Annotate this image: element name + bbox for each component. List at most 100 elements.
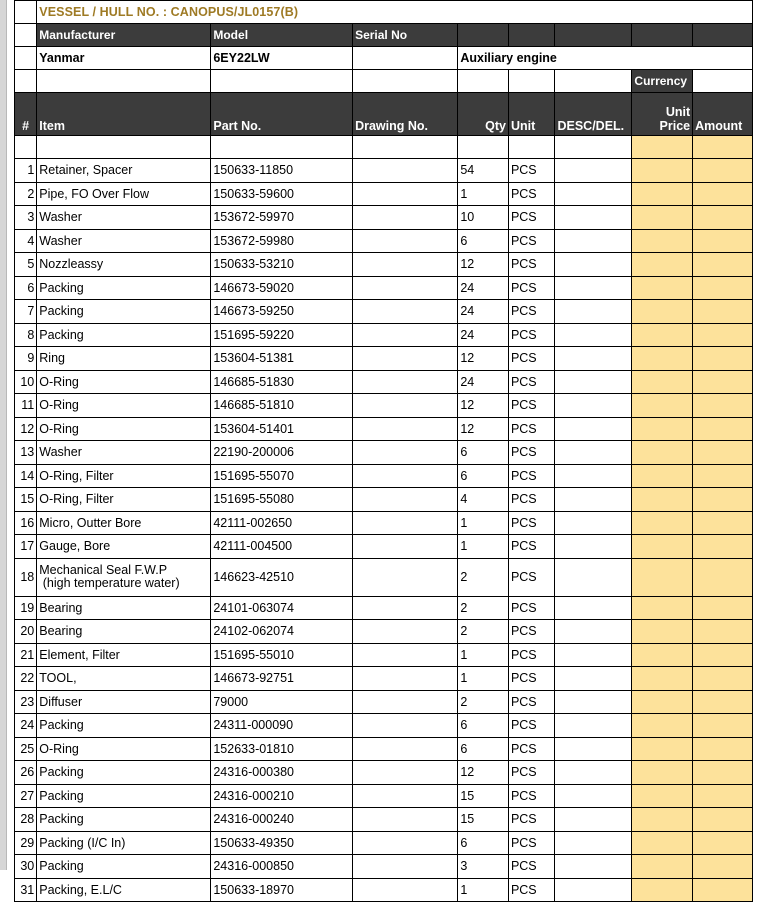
value-serial-no[interactable]	[352, 46, 459, 70]
cell-unit-price	[631, 346, 694, 371]
cell-item: Ring	[36, 346, 212, 371]
table-row[interactable]: 14 O-Ring, Filter 151695-55070 6 PCS	[13, 463, 753, 488]
table-row[interactable]: 12 O-Ring 153604-51401 12 PCS	[13, 416, 753, 441]
table-row[interactable]: 3 Washer 153672-59970 10 PCS	[13, 205, 753, 230]
cell-unit-price	[631, 713, 694, 738]
table-row[interactable]: 24 Packing 24311-000090 6 PCS	[13, 713, 753, 738]
vessel-header-blank-1	[457, 23, 509, 47]
cell-part-no: 153604-51381	[210, 346, 354, 371]
value-model[interactable]: 6EY22LW	[210, 46, 354, 70]
cell-part-no: 146623-42510	[210, 557, 354, 597]
table-row[interactable]: 16 Micro, Outter Bore 42111-002650 1 PCS	[13, 510, 753, 535]
table-row[interactable]: 28 Packing 24316-000240 15 PCS	[13, 807, 753, 832]
cell-qty: 12	[457, 416, 509, 441]
cell-row-number: 27	[13, 783, 38, 808]
cell-drawing-no	[352, 275, 459, 300]
cell-drawing-no	[352, 346, 459, 371]
cell-item: Packing	[36, 854, 212, 879]
cell-row-number: 22	[13, 666, 38, 691]
cell-part-no: 150633-53210	[210, 252, 354, 277]
table-row[interactable]: 19 Bearing 24101-063074 2 PCS	[13, 595, 753, 620]
table-row[interactable]: 29 Packing (I/C In) 150633-49350 6 PCS	[13, 830, 753, 855]
spacer-cell-amount	[692, 135, 753, 159]
table-row[interactable]: 4 Washer 153672-59980 6 PCS	[13, 228, 753, 253]
table-row[interactable]: 10 O-Ring 146685-51830 24 PCS	[13, 369, 753, 394]
cell-drawing-no	[352, 463, 459, 488]
col-header-qty: Qty	[457, 92, 509, 136]
cell-amount	[692, 299, 753, 324]
table-row[interactable]: 20 Bearing 24102-062074 2 PCS	[13, 619, 753, 644]
cell-part-no: 24311-000090	[210, 713, 354, 738]
table-row[interactable]: 8 Packing 151695-59220 24 PCS	[13, 322, 753, 347]
table-row[interactable]: 9 Ring 153604-51381 12 PCS	[13, 346, 753, 371]
table-row[interactable]: 17 Gauge, Bore 42111-004500 1 PCS	[13, 534, 753, 559]
cell-unit: PCS	[507, 393, 556, 418]
col-header-item: Item	[36, 92, 212, 136]
table-row[interactable]: 11 O-Ring 146685-51810 12 PCS	[13, 393, 753, 418]
cell-desc-del	[554, 807, 633, 832]
cell-unit-price	[631, 322, 694, 347]
cell-item: Packing	[36, 299, 212, 324]
vessel-info-value-row: Yanmar 6EY22LW Auxiliary engine	[13, 46, 753, 70]
cell-row-number: 23	[13, 689, 38, 714]
cell-drawing-no	[352, 854, 459, 879]
cell-qty: 6	[457, 463, 509, 488]
table-row[interactable]: 7 Packing 146673-59250 24 PCS	[13, 299, 753, 324]
cell-unit: PCS	[507, 369, 556, 394]
col-header-serial-no: Serial No	[352, 23, 459, 47]
table-row[interactable]: 1 Retainer, Spacer 150633-11850 54 PCS	[13, 158, 753, 183]
cell-unit-price	[631, 783, 694, 808]
cell-drawing-no	[352, 689, 459, 714]
cell-item: Packing	[36, 807, 212, 832]
table-row[interactable]: 18 Mechanical Seal F.W.P (high temperatur…	[13, 557, 753, 597]
cell-amount	[692, 783, 753, 808]
table-row[interactable]: 30 Packing 24316-000850 3 PCS	[13, 854, 753, 879]
cell-qty: 12	[457, 346, 509, 371]
cell-amount	[692, 557, 753, 597]
cell-unit-price	[631, 440, 694, 465]
vessel-header-blank-4	[631, 23, 694, 47]
cell-row-number: 13	[13, 440, 38, 465]
table-row[interactable]: 31 Packing, E.L/C 150633-18970 1 PCS	[13, 877, 753, 902]
table-row[interactable]: 13 Washer 22190-200006 6 PCS	[13, 440, 753, 465]
table-row[interactable]: 22 TOOL, 146673-92751 1 PCS	[13, 666, 753, 691]
cell-amount	[692, 393, 753, 418]
table-row[interactable]: 5 Nozzleassy 150633-53210 12 PCS	[13, 252, 753, 277]
cell-qty: 24	[457, 299, 509, 324]
table-row[interactable]: 6 Packing 146673-59020 24 PCS	[13, 275, 753, 300]
col-header-manufacturer: Manufacturer	[36, 23, 212, 47]
cell-row-number: 18	[13, 557, 38, 597]
cell-item: O-Ring	[36, 369, 212, 394]
cell-unit: PCS	[507, 783, 556, 808]
cell-part-no: 42111-002650	[210, 510, 354, 535]
cell-part-no: 152633-01810	[210, 736, 354, 761]
cell-item: Element, Filter	[36, 642, 212, 667]
currency-spacer-1	[36, 69, 212, 93]
cell-desc-del	[554, 736, 633, 761]
table-row[interactable]: 27 Packing 24316-000210 15 PCS	[13, 783, 753, 808]
currency-value[interactable]	[692, 69, 753, 93]
value-manufacturer[interactable]: Yanmar	[36, 46, 212, 70]
table-row[interactable]: 2 Pipe, FO Over Flow 150633-59600 1 PCS	[13, 181, 753, 206]
table-row[interactable]: 15 O-Ring, Filter 151695-55080 4 PCS	[13, 487, 753, 512]
cell-qty: 1	[457, 181, 509, 206]
cell-row-number: 31	[13, 877, 38, 902]
cell-drawing-no	[352, 534, 459, 559]
cell-drawing-no	[352, 666, 459, 691]
table-row[interactable]: 25 O-Ring 152633-01810 6 PCS	[13, 736, 753, 761]
value-engine-description[interactable]: Auxiliary engine	[457, 46, 753, 70]
title-row-spacer	[13, 0, 38, 24]
cell-unit-price	[631, 760, 694, 785]
table-row[interactable]: 23 Diffuser 79000 2 PCS	[13, 689, 753, 714]
cell-row-number: 24	[13, 713, 38, 738]
cell-row-number: 20	[13, 619, 38, 644]
cell-drawing-no	[352, 877, 459, 902]
table-row[interactable]: 26 Packing 24316-000380 12 PCS	[13, 760, 753, 785]
cell-item: Gauge, Bore	[36, 534, 212, 559]
cell-unit: PCS	[507, 877, 556, 902]
cell-desc-del	[554, 228, 633, 253]
cell-item: Packing	[36, 322, 212, 347]
cell-desc-del	[554, 205, 633, 230]
cell-unit: PCS	[507, 299, 556, 324]
table-row[interactable]: 21 Element, Filter 151695-55010 1 PCS	[13, 642, 753, 667]
